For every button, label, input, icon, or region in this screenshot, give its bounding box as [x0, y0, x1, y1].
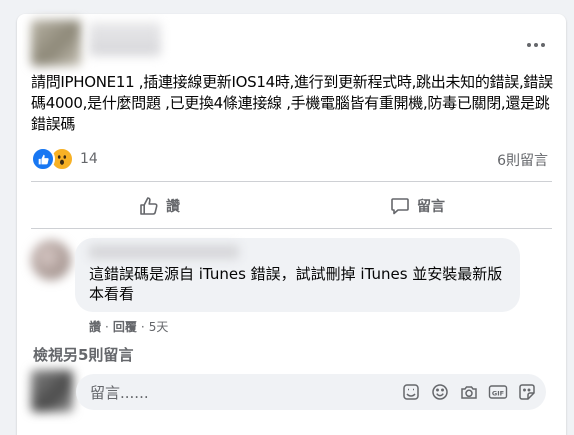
comment-timestamp[interactable]: 5天 [149, 318, 169, 335]
like-icon [31, 147, 55, 171]
divider [31, 181, 552, 182]
like-button[interactable]: 讚 [139, 191, 180, 221]
commenter-name[interactable] [89, 245, 239, 259]
camera-icon[interactable] [458, 381, 480, 403]
divider [31, 228, 552, 229]
svg-text:GIF: GIF [492, 389, 504, 397]
current-user-avatar [31, 370, 73, 412]
gif-icon[interactable]: GIF [487, 381, 509, 403]
comment-like-link[interactable]: 讚 [89, 318, 101, 335]
post-card: 請問IPHONE11 ,插連接線更新IOS14時,進行到更新程式時,跳出未知的錯… [17, 14, 566, 435]
comment-reply-link[interactable]: 回覆 [113, 318, 137, 335]
comment-bubble: 這錯誤碼是源自 iTunes 錯誤，試試刪掉 iTunes 並安裝最新版本看看 [75, 238, 520, 312]
sticker-tag-icon[interactable] [400, 381, 422, 403]
post-text: 請問IPHONE11 ,插連接線更新IOS14時,進行到更新程式時,跳出未知的錯… [31, 73, 553, 133]
author-avatar[interactable] [31, 20, 81, 66]
emoji-icon[interactable] [429, 381, 451, 403]
more-options-button[interactable] [520, 34, 552, 56]
speech-bubble-icon [391, 198, 409, 215]
thumbs-up-icon [140, 197, 158, 215]
comment-button[interactable]: 留言 [390, 191, 445, 221]
comment-actions: 讚 · 回覆 · 5天 [89, 318, 169, 335]
commenter-avatar[interactable] [31, 240, 71, 280]
comment-count-link[interactable]: 6則留言 [497, 150, 548, 170]
more-horizontal-icon [527, 43, 531, 47]
comment-button-label: 留言 [417, 199, 445, 215]
comment-composer: GIF [76, 374, 546, 412]
view-more-comments-link[interactable]: 檢視另5則留言 [33, 344, 133, 365]
author-name[interactable] [89, 22, 161, 56]
reaction-summary[interactable]: 14 [31, 147, 98, 171]
composer-tools: GIF [400, 381, 538, 403]
reaction-count: 14 [80, 151, 98, 167]
comment-input[interactable] [88, 374, 382, 412]
like-button-label: 讚 [166, 199, 180, 215]
comment-text: 這錯誤碼是源自 iTunes 錯誤，試試刪掉 iTunes 並安裝最新版本看看 [89, 265, 503, 303]
sticker-icon[interactable] [516, 381, 538, 403]
